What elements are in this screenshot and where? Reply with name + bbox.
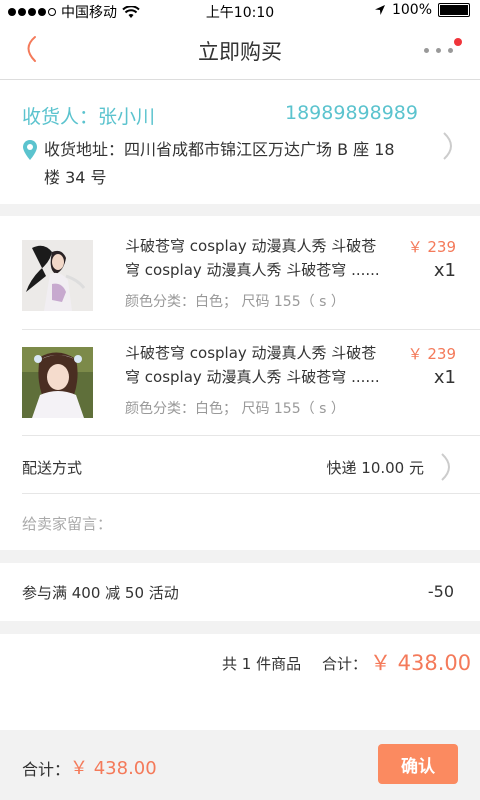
shipping-method-label: 配送方式 — [22, 459, 83, 477]
bottom-total-amount: ￥ 438.00 — [70, 758, 157, 779]
notification-dot — [454, 38, 462, 46]
seller-message-input[interactable]: 给卖家留言： — [22, 513, 112, 534]
promotion-discount: -50 — [427, 582, 454, 601]
product-price: ￥ 239 — [407, 238, 456, 256]
promotion-row: 参与满 400 减 50 活动 -50 — [0, 563, 480, 621]
receiver-name: 收货人：张小川 — [22, 106, 156, 128]
status-right: 100% — [374, 2, 470, 18]
bottom-bar: 合计： ￥ 438.00 确认 — [0, 730, 480, 800]
page-title: 立即购买 — [198, 40, 282, 64]
product-price: ￥ 239 — [407, 345, 456, 363]
product-quantity: x1 — [433, 367, 456, 388]
product-thumbnail — [22, 240, 93, 311]
product-quantity: x1 — [433, 260, 456, 281]
product-spec: 颜色分类：白色； 尺码 155（ s ） — [125, 294, 345, 310]
battery-percent: 100% — [391, 2, 432, 18]
location-arrow-icon — [374, 5, 385, 15]
product-thumbnail — [22, 347, 93, 418]
item-count: 共 1 件商品 — [222, 655, 302, 673]
shipping-method-value[interactable]: 快递 10.00 元 — [327, 457, 424, 478]
order-summary: 共 1 件商品 合计： ￥ 438.00 — [0, 634, 480, 730]
battery-icon — [438, 3, 470, 17]
order-item[interactable]: 斗破苍穹 cosplay 动漫真人秀 斗破苍穹 cosplay 动漫真人秀 斗破… — [0, 323, 480, 429]
product-title: 斗破苍穹 cosplay 动漫真人秀 斗破苍穹 cosplay 动漫真人秀 斗破… — [125, 237, 380, 279]
divider — [22, 493, 480, 494]
order-item[interactable]: 斗破苍穹 cosplay 动漫真人秀 斗破苍穹 cosplay 动漫真人秀 斗破… — [0, 216, 480, 322]
more-button[interactable] — [420, 38, 464, 62]
more-icon-dot — [448, 48, 453, 53]
confirm-button[interactable]: 确认 — [378, 744, 458, 784]
goods-card: 斗破苍穹 cosplay 动漫真人秀 斗破苍穹 cosplay 动漫真人秀 斗破… — [0, 216, 480, 550]
more-icon — [424, 48, 429, 53]
receiver-phone: 18989898989 — [285, 102, 418, 124]
chevron-right-icon — [443, 132, 452, 160]
total-amount: ￥ 438.00 — [370, 651, 472, 675]
status-bar: 中国移动 上午10:10 100% — [0, 0, 480, 22]
total-label: 合计： — [322, 655, 368, 673]
more-icon-dot — [436, 48, 441, 53]
product-title: 斗破苍穹 cosplay 动漫真人秀 斗破苍穹 cosplay 动漫真人秀 斗破… — [125, 344, 380, 386]
divider — [22, 435, 480, 436]
product-spec: 颜色分类：白色； 尺码 155（ s ） — [125, 401, 345, 417]
chevron-right-icon[interactable] — [440, 453, 456, 481]
nav-bar: 立即购买 — [0, 22, 480, 80]
promotion-label: 参与满 400 减 50 活动 — [22, 584, 179, 602]
delivery-address: 收货地址：四川省成都市锦江区万达广场 B 座 18 楼 34 号 — [44, 140, 395, 187]
address-card[interactable]: 收货人：张小川 18989898989 收货地址：四川省成都市锦江区万达广场 B… — [0, 80, 480, 204]
location-pin-icon — [23, 140, 37, 160]
bottom-total-label: 合计： — [22, 760, 71, 779]
